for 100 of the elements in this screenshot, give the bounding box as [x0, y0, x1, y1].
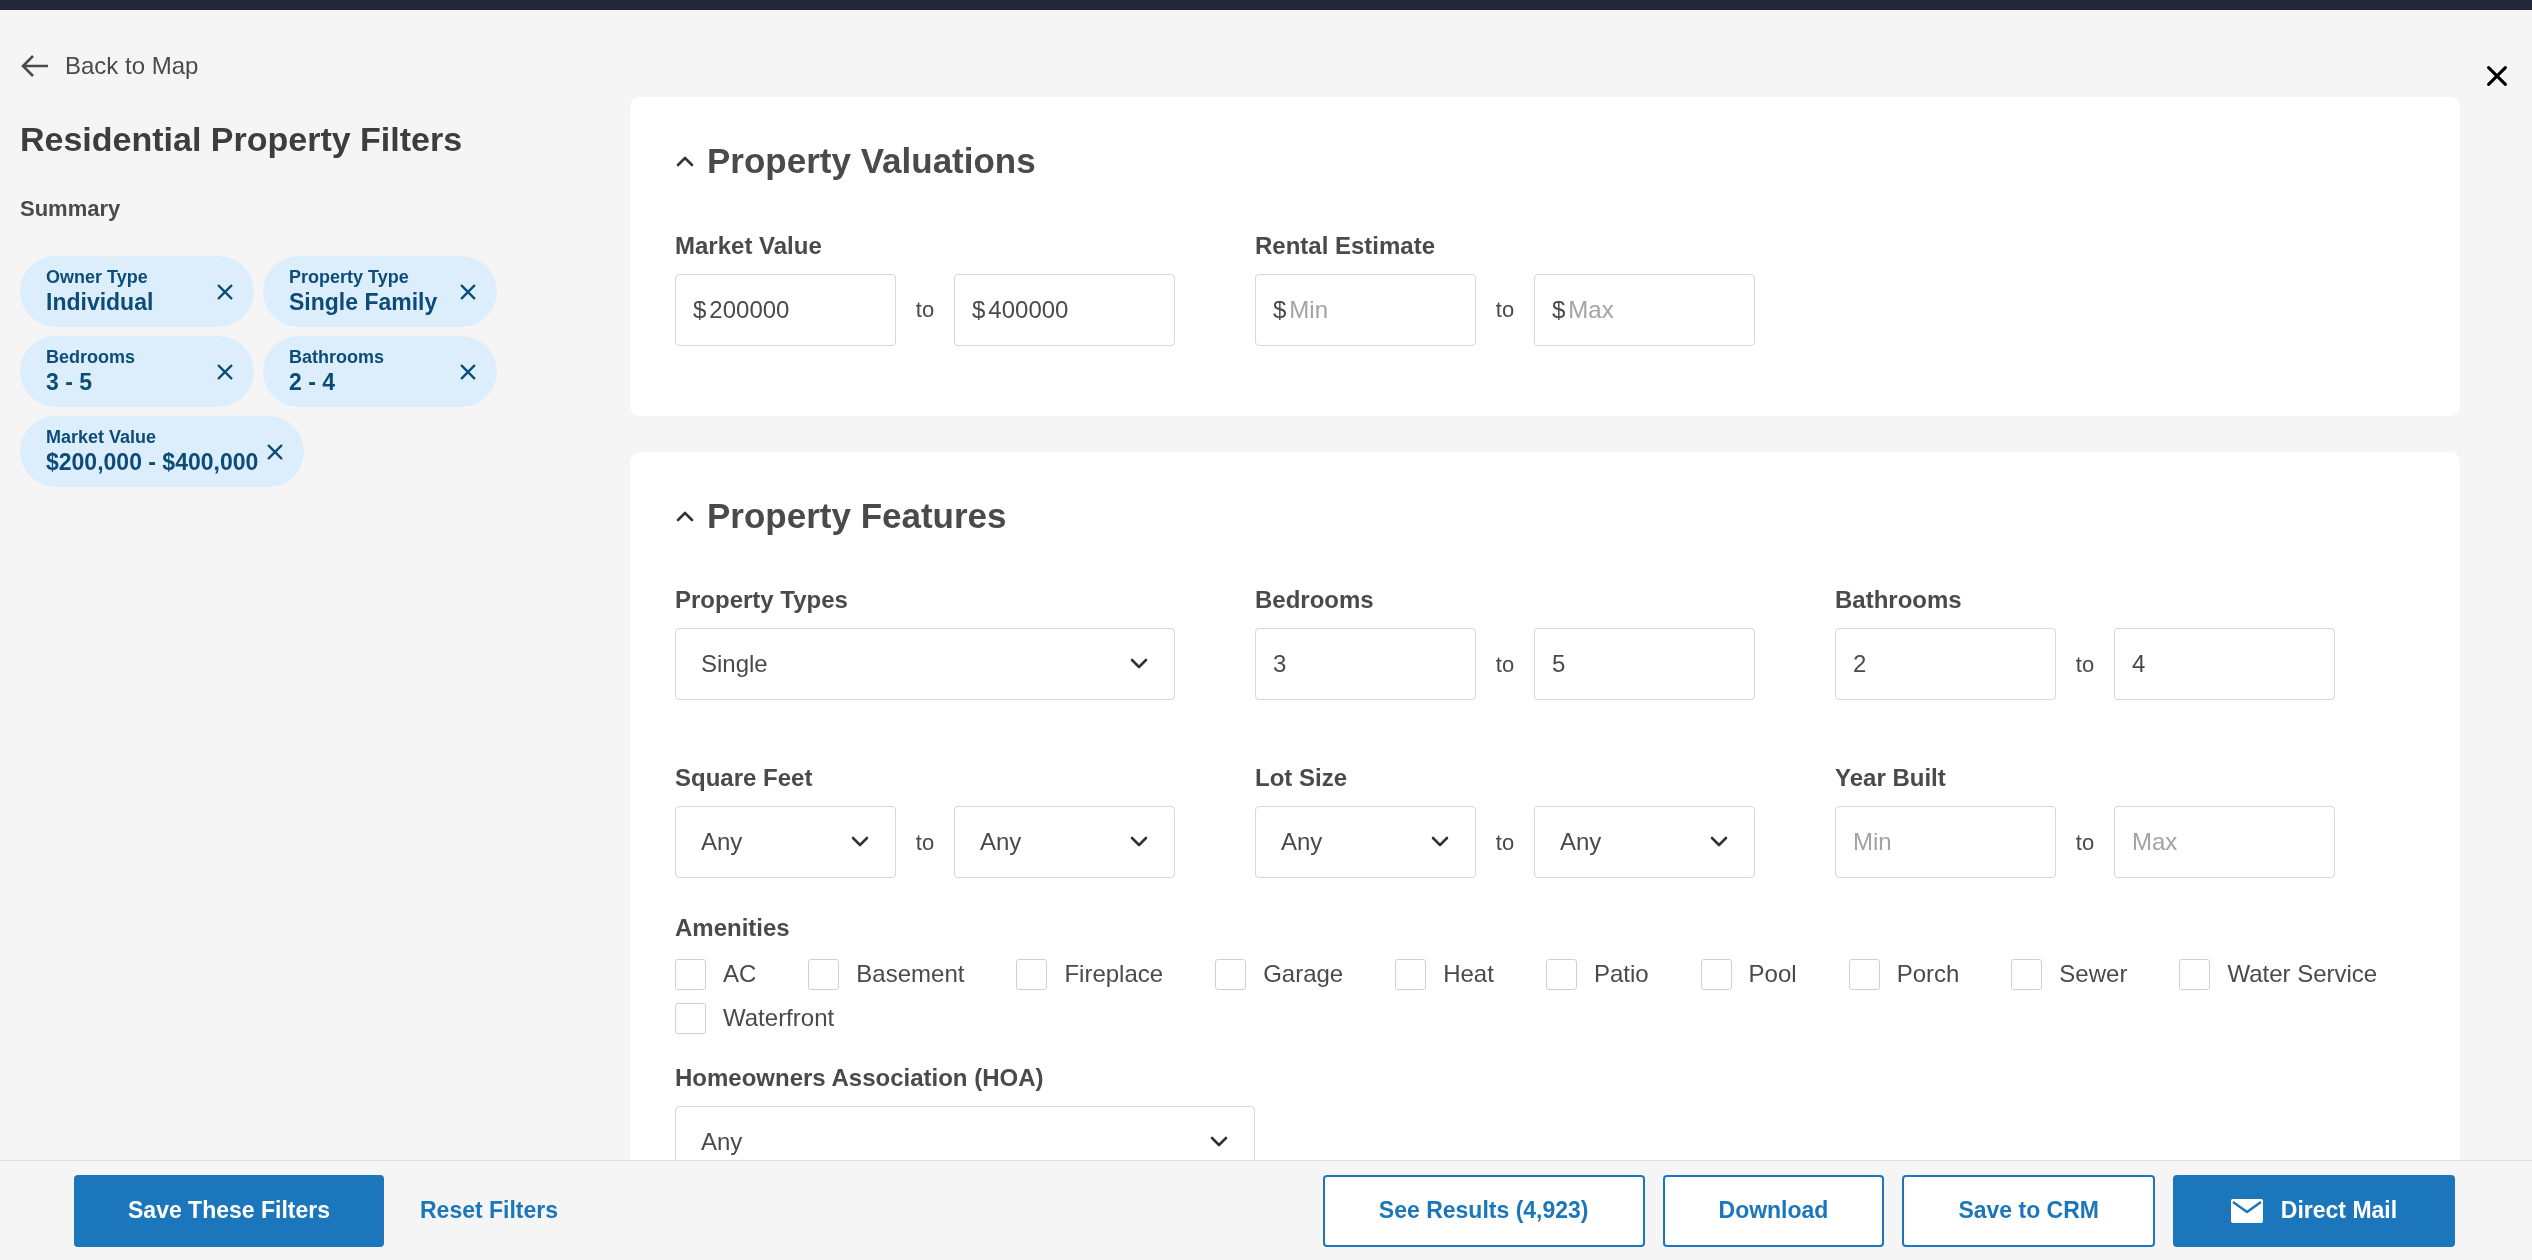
checkbox[interactable] [2179, 958, 2211, 990]
select-field[interactable]: Any [1534, 806, 1755, 878]
select-value: Any [1560, 827, 1602, 857]
field-label: Year Built [1835, 763, 1947, 793]
checkbox-option[interactable]: Water Service [2179, 956, 2378, 992]
range-separator: to [914, 828, 936, 857]
close-icon[interactable] [2485, 64, 2509, 88]
remove-filter-icon[interactable] [459, 282, 477, 301]
select-value: Any [701, 827, 743, 857]
chevron-down-icon [1129, 657, 1149, 671]
chevron-down-icon [1129, 835, 1149, 849]
field-label: Square Feet [675, 763, 814, 793]
checkbox-option[interactable]: Porch [1848, 956, 1960, 992]
input-placeholder: Min [1853, 827, 1892, 857]
checkbox-label: Patio [1593, 959, 1649, 989]
chevron-down-icon [1709, 835, 1729, 849]
chip-value: 2 - 4 [289, 368, 337, 398]
input-field[interactable]: $Min [1255, 273, 1476, 346]
direct-mail-button[interactable]: Direct Mail [2173, 1174, 2455, 1247]
checkbox[interactable] [1215, 958, 1247, 990]
checkbox-label: Water Service [2227, 959, 2378, 989]
footer-button[interactable]: Download [1662, 1174, 1885, 1247]
checkbox[interactable] [1395, 958, 1427, 990]
select-field[interactable]: Any [675, 806, 896, 878]
range-separator: to [1494, 296, 1516, 324]
remove-filter-icon[interactable] [266, 442, 285, 461]
chip-label: Owner Type [46, 265, 149, 289]
remove-filter-icon[interactable] [216, 282, 234, 301]
checkbox-label: Heat [1443, 959, 1494, 989]
input-field[interactable]: 3 [1255, 628, 1476, 700]
input-placeholder: Max [1568, 294, 1614, 325]
save-filters-button[interactable]: Save These Filters [74, 1174, 384, 1247]
section-title: Property Features [707, 494, 1007, 537]
chip-label: Bedrooms [46, 345, 135, 369]
input-placeholder: Max [2132, 827, 2178, 857]
checkbox-label: Fireplace [1064, 959, 1164, 989]
checkbox-option[interactable]: Garage [1215, 956, 1344, 992]
select-field[interactable]: Any [675, 1106, 1255, 1160]
chip-value: 3 - 5 [46, 368, 94, 398]
input-value: 200000 [709, 294, 790, 325]
select-field[interactable]: Any [1255, 806, 1476, 878]
checkbox-option[interactable]: Heat [1395, 956, 1494, 992]
checkbox[interactable] [1848, 958, 1880, 990]
checkbox[interactable] [675, 1002, 706, 1034]
chevron-down-icon [850, 835, 870, 849]
checkbox[interactable] [1545, 958, 1577, 990]
select-value: Any [980, 827, 1022, 857]
chip-label: Property Type [289, 265, 410, 289]
currency-prefix: $ [1273, 294, 1287, 325]
checkbox-label: Garage [1263, 959, 1344, 989]
checkbox[interactable] [808, 958, 840, 990]
chip-value: Single Family [289, 288, 438, 318]
chip-label: Bathrooms [289, 345, 384, 369]
section-header[interactable]: Property Features [675, 489, 2415, 542]
input-field[interactable]: 5 [1534, 628, 1755, 700]
remove-filter-icon[interactable] [459, 362, 477, 381]
checkbox-option[interactable]: AC [675, 956, 757, 992]
input-field[interactable]: 2 [1835, 628, 2056, 700]
select-field[interactable]: Single [675, 628, 1175, 700]
input-value: 4 [2132, 649, 2146, 679]
select-field[interactable]: Any [954, 806, 1175, 878]
checkbox[interactable] [1700, 958, 1732, 990]
back-to-map-link[interactable]: Back to Map [20, 48, 199, 84]
range-separator: to [2074, 828, 2096, 857]
input-value: 3 [1273, 649, 1287, 679]
footer-button[interactable]: See Results (4,923) [1322, 1174, 1645, 1247]
footer-button[interactable]: Save to CRM [1902, 1174, 2155, 1247]
checkbox-option[interactable]: Waterfront [675, 1000, 835, 1036]
range-separator: to [1494, 650, 1516, 679]
checkbox-option[interactable]: Patio [1545, 956, 1649, 992]
checkbox[interactable] [675, 958, 706, 990]
currency-prefix: $ [972, 294, 986, 325]
input-field[interactable]: 4 [2114, 628, 2335, 700]
checkbox-option[interactable]: Basement [808, 956, 965, 992]
checkbox-option[interactable]: Pool [1700, 956, 1797, 992]
input-field[interactable]: $400000 [954, 273, 1175, 346]
reset-filters-link[interactable]: Reset Filters [384, 1174, 595, 1247]
checkbox[interactable] [1016, 958, 1048, 990]
checkbox-option[interactable]: Fireplace [1016, 956, 1164, 992]
section-title: Property Valuations [707, 140, 1036, 182]
select-value: Any [701, 1127, 743, 1157]
chevron-down-icon [1209, 1135, 1229, 1149]
section-header[interactable]: Property Valuations [675, 135, 2415, 188]
chevron-down-icon [1430, 835, 1450, 849]
input-field[interactable]: $Max [1534, 273, 1755, 346]
chevron-up-icon [675, 154, 695, 169]
checkbox-label: AC [723, 959, 757, 989]
input-field[interactable]: $200000 [675, 273, 896, 346]
currency-prefix: $ [693, 294, 707, 325]
checkbox-label: Sewer [2059, 959, 2128, 989]
checkbox-option[interactable]: Sewer [2011, 956, 2128, 992]
chip-value: Individual [46, 288, 154, 318]
checkbox[interactable] [2011, 958, 2043, 990]
input-value: 5 [1552, 649, 1566, 679]
remove-filter-icon[interactable] [216, 362, 234, 381]
checkbox-label: Pool [1748, 959, 1797, 989]
input-value: 2 [1853, 649, 1867, 679]
page-title: Residential Property Filters [20, 119, 464, 160]
back-arrow-icon [20, 53, 50, 79]
range-separator: to [1494, 828, 1516, 857]
